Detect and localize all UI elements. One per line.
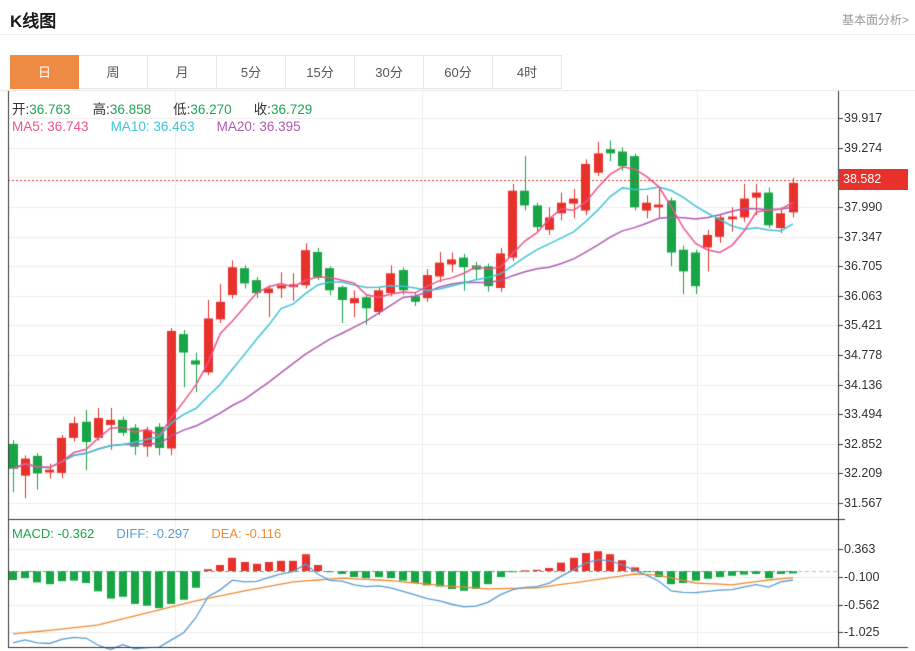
ohlc-item: 高:36.858 <box>92 102 152 117</box>
period-tab-5[interactable]: 30分 <box>355 55 424 89</box>
ma-item: MA20: 36.395 <box>216 119 301 134</box>
price-axis-label: 34.136 <box>844 377 883 392</box>
macd-axis-label: -0.562 <box>844 597 880 612</box>
price-axis-label: 32.852 <box>844 436 883 451</box>
period-tab-0[interactable]: 日 <box>10 55 79 89</box>
price-axis-label: 39.917 <box>844 111 883 125</box>
ohlc-item: 收:36.729 <box>253 102 313 117</box>
ohlc-legend: 开:36.763 高:36.858 低:36.270 收:36.729 <box>12 98 334 118</box>
period-tab-3[interactable]: 5分 <box>217 55 286 89</box>
macd-item: MACD: -0.362 <box>12 526 95 541</box>
ohlc-item: 开:36.763 <box>12 102 71 117</box>
ma-item: MA5: 36.743 <box>12 119 89 134</box>
price-axis-label: 32.209 <box>844 466 883 481</box>
price-axis-label: 33.494 <box>844 407 883 422</box>
price-axis-label: 31.567 <box>844 496 883 511</box>
kline-widget: K线图 基本面分析> 日周月 5分 15分 30分 60分 4时 开:36.763 高:36… <box>0 0 915 651</box>
macd-item: DIFF: -0.297 <box>116 526 190 541</box>
macd-axis-label: -0.100 <box>844 569 880 584</box>
price-axis-label: 37.347 <box>844 229 883 244</box>
price-axis-label: 35.421 <box>844 318 883 333</box>
period-tab-4[interactable]: 15分 <box>286 55 355 89</box>
period-tab-6[interactable]: 60分 <box>424 55 493 89</box>
current-price-tag: 38.582 <box>839 169 908 191</box>
macd-axis-label: -1.025 <box>844 625 880 640</box>
header: K线图 基本面分析> <box>0 0 915 35</box>
macd-item: DEA: -0.116 <box>211 526 282 541</box>
ma-item: MA10: 36.463 <box>110 119 195 134</box>
period-tab-2[interactable]: 月 <box>148 55 217 89</box>
macd-axis-label: 0.363 <box>844 542 876 557</box>
ohlc-item: 低:36.270 <box>173 102 232 117</box>
price-axis-label: 37.990 <box>844 199 883 214</box>
page-title: K线图 <box>10 12 57 31</box>
price-axis-label: 36.705 <box>844 259 883 274</box>
price-axis-label: 34.778 <box>844 347 883 362</box>
ma-legend: MA5: 36.743 MA10: 36.463 MA20: 36.395 <box>12 119 323 134</box>
period-tabs: 日周月 5分 15分 30分 60分 4时 <box>10 55 562 89</box>
period-tab-7[interactable]: 4时 <box>493 55 562 89</box>
price-axis-label: 39.274 <box>844 140 883 155</box>
fundamental-analysis-link[interactable]: 基本面分析> <box>842 11 909 28</box>
macd-legend: MACD: -0.362 DIFF: -0.297 DEA: -0.116 <box>12 526 303 541</box>
period-tab-1[interactable]: 周 <box>79 55 148 89</box>
price-axis-label: 36.063 <box>844 288 883 303</box>
